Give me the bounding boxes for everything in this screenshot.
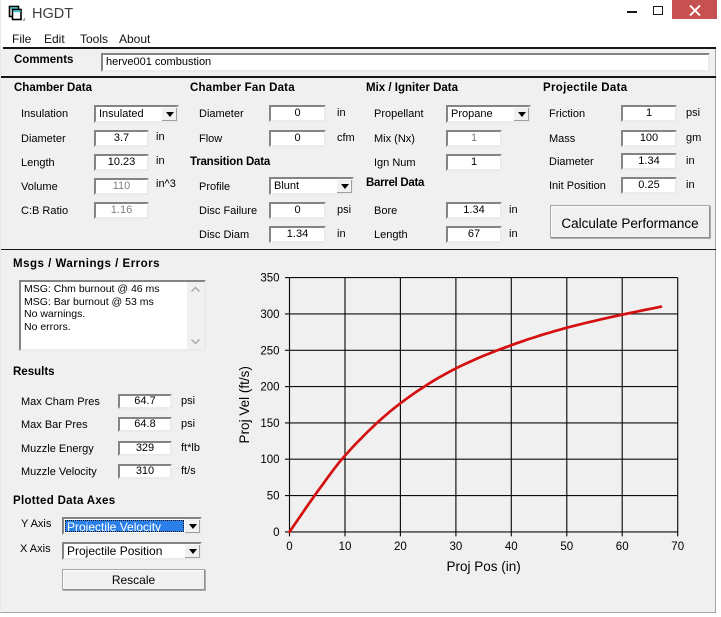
svg-text:100: 100 <box>260 454 279 466</box>
svg-text:60: 60 <box>616 541 629 553</box>
svg-text:0: 0 <box>286 541 292 553</box>
svg-text:40: 40 <box>505 541 518 553</box>
svg-text:200: 200 <box>260 382 279 394</box>
svg-text:250: 250 <box>260 345 279 357</box>
svg-text:50: 50 <box>267 491 280 503</box>
svg-text:10: 10 <box>339 541 352 553</box>
svg-text:20: 20 <box>394 541 407 553</box>
svg-text:30: 30 <box>450 541 463 553</box>
svg-text:70: 70 <box>671 541 684 553</box>
svg-text:Proj Vel (ft/s): Proj Vel (ft/s) <box>237 366 252 443</box>
svg-text:Proj Pos (in): Proj Pos (in) <box>446 559 520 574</box>
svg-text:350: 350 <box>260 273 279 285</box>
svg-text:300: 300 <box>260 309 279 321</box>
svg-text:0: 0 <box>273 527 279 539</box>
svg-text:50: 50 <box>560 541 573 553</box>
svg-text:150: 150 <box>260 418 279 430</box>
